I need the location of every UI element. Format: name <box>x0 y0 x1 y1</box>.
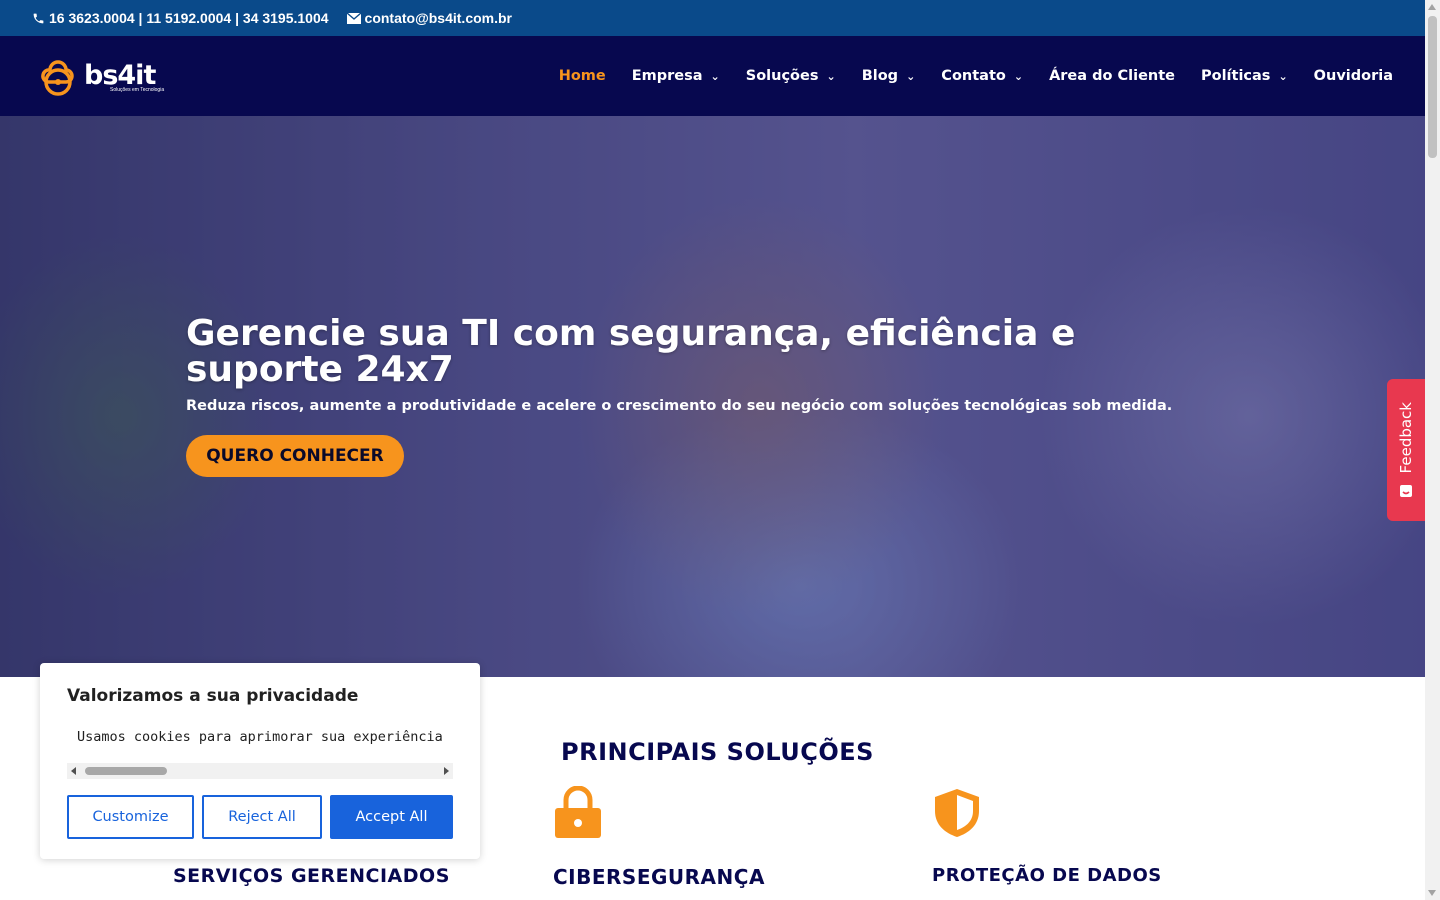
scroll-down-icon[interactable] <box>1428 890 1436 896</box>
shield-icon <box>935 789 979 837</box>
nav-empresa[interactable]: Empresa ⌄ <box>632 68 720 84</box>
envelope-icon <box>346 12 361 24</box>
page-scrollbar[interactable] <box>1425 0 1440 900</box>
cookie-consent-banner: Valorizamos a sua privacidade Usamos coo… <box>40 663 480 859</box>
scroll-left-icon[interactable] <box>71 767 76 775</box>
nav-blog[interactable]: Blog ⌄ <box>862 68 916 84</box>
phone-numbers: 16 3623.0004 | 11 5192.0004 | 34 3195.10… <box>49 10 329 26</box>
nav-area-cliente-label: Área do Cliente <box>1049 68 1175 84</box>
phone-contact[interactable]: 16 3623.0004 | 11 5192.0004 | 34 3195.10… <box>32 10 329 26</box>
top-contact-bar: 16 3623.0004 | 11 5192.0004 | 34 3195.10… <box>0 0 1425 36</box>
nav-home[interactable]: Home <box>559 68 606 84</box>
scroll-thumb[interactable] <box>85 767 167 775</box>
reject-all-button[interactable]: Reject All <box>202 795 322 839</box>
feedback-icon <box>1400 484 1412 497</box>
main-header: bs4it Soluções em Tecnologia Home Empres… <box>0 36 1425 116</box>
email-address: contato@bs4it.com.br <box>364 10 512 26</box>
logo-wordmark: bs4it <box>84 60 156 91</box>
cookie-horizontal-scrollbar[interactable] <box>67 763 453 779</box>
nav-solucoes[interactable]: Soluções ⌄ <box>746 68 836 84</box>
solutions-title: PRINCIPAIS SOLUÇÕES <box>561 738 874 766</box>
hero-subtitle: Reduza riscos, aumente a produtividade e… <box>186 398 1173 414</box>
hero-image-overlay <box>0 116 1425 677</box>
solution-ciberseguranca[interactable]: CIBERSEGURANÇA <box>553 865 765 889</box>
site-logo[interactable]: bs4it Soluções em Tecnologia <box>36 56 164 96</box>
cookie-text: Usamos cookies para aprimorar sua experi… <box>77 729 443 745</box>
cookie-title: Valorizamos a sua privacidade <box>67 686 359 706</box>
chevron-down-icon: ⌄ <box>1013 69 1024 83</box>
nav-empresa-label: Empresa <box>631 68 703 84</box>
solution-protecao-dados[interactable]: PROTEÇÃO DE DADOS <box>932 865 1162 886</box>
nav-area-cliente[interactable]: Área do Cliente <box>1049 68 1175 84</box>
chevron-down-icon: ⌄ <box>710 69 720 83</box>
cta-button[interactable]: QUERO CONHECER <box>186 435 404 477</box>
nav-contato[interactable]: Contato ⌄ <box>941 68 1023 84</box>
page-scroll-thumb[interactable] <box>1428 16 1437 158</box>
nav-politicas-label: Políticas <box>1201 68 1271 84</box>
customize-button[interactable]: Customize <box>67 795 194 839</box>
nav-ouvidoria[interactable]: Ouvidoria <box>1314 68 1393 84</box>
feedback-tab[interactable]: Feedback <box>1387 379 1425 521</box>
hero-banner: Gerencie sua TI com segurança, eficiênci… <box>0 116 1425 677</box>
nav-contato-label: Contato <box>941 68 1006 84</box>
email-contact[interactable]: contato@bs4it.com.br <box>346 10 512 26</box>
feedback-label: Feedback <box>1397 402 1415 474</box>
accept-all-button[interactable]: Accept All <box>330 795 453 839</box>
hero-title: Gerencie sua TI com segurança, eficiênci… <box>186 313 1076 390</box>
logo-tagline: Soluções em Tecnologia <box>110 87 165 93</box>
phone-icon <box>33 13 44 23</box>
nav-politicas[interactable]: Políticas ⌄ <box>1201 68 1288 84</box>
nav-solucoes-label: Soluções <box>745 68 819 84</box>
scroll-right-icon[interactable] <box>444 767 449 775</box>
nav-ouvidoria-label: Ouvidoria <box>1313 68 1393 84</box>
nav-home-label: Home <box>558 68 606 84</box>
chevron-down-icon: ⌄ <box>906 69 916 83</box>
solution-servicos-gerenciados[interactable]: SERVIÇOS GERENCIADOS <box>173 865 450 887</box>
scroll-up-icon[interactable] <box>1428 4 1436 10</box>
lock-icon <box>555 786 601 838</box>
cloud-logo-icon <box>41 60 74 96</box>
cookie-text-container: Usamos cookies para aprimorar sua experi… <box>67 729 453 749</box>
chevron-down-icon: ⌄ <box>1278 69 1288 83</box>
nav-blog-label: Blog <box>861 68 899 84</box>
main-nav: Home Empresa ⌄ Soluções ⌄ Blog ⌄ Contato ⌄ Á… <box>533 36 1393 116</box>
chevron-down-icon: ⌄ <box>826 69 836 83</box>
